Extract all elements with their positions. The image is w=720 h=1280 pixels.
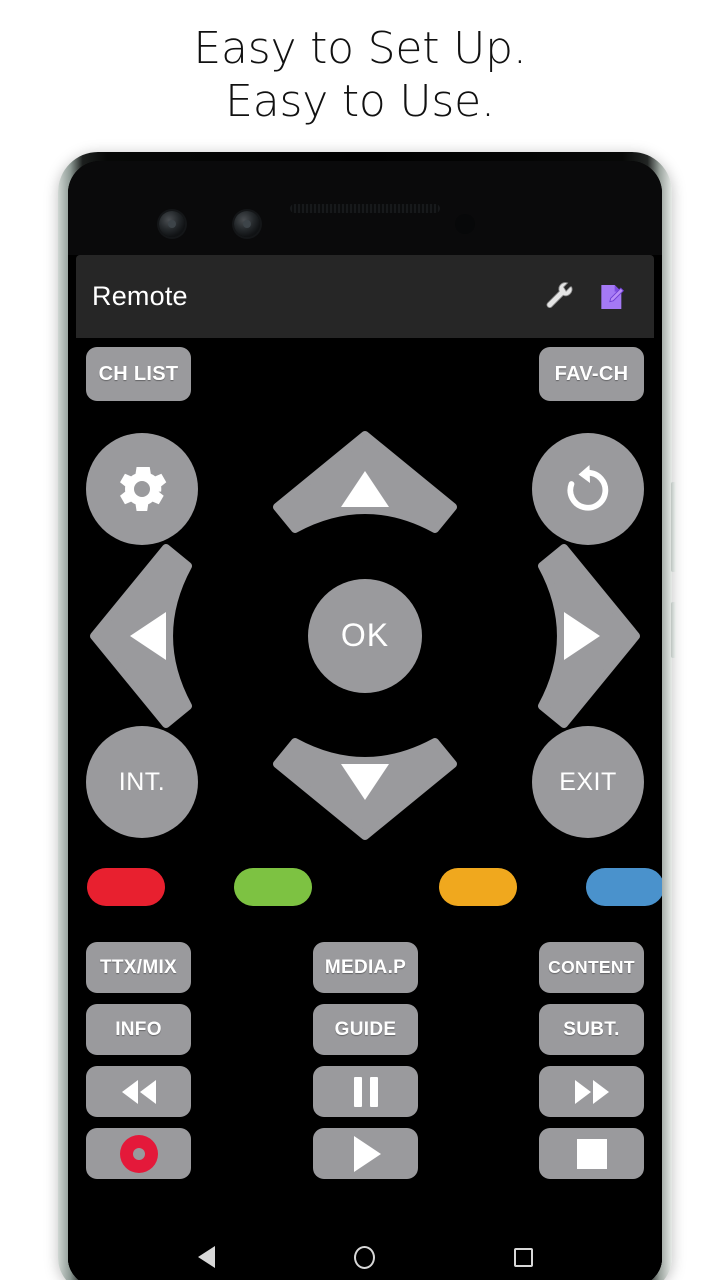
color-key-green[interactable] <box>234 868 312 906</box>
function-key-grid: TTX/MIX MEDIA.P CONTENT INFO GUIDE SUBT. <box>68 938 662 1186</box>
info-button[interactable]: INFO <box>86 1004 191 1055</box>
power-button[interactable] <box>671 602 676 658</box>
return-button[interactable] <box>532 433 644 545</box>
android-navigation-bar <box>68 1228 662 1280</box>
fast-forward-icon <box>574 1079 591 1104</box>
page-title: Easy to Set Up. Easy to Use. <box>0 22 720 128</box>
media-p-button[interactable]: MEDIA.P <box>313 942 418 993</box>
function-row-2: INFO GUIDE SUBT. <box>68 1000 662 1062</box>
arrow-left-button[interactable] <box>90 543 208 729</box>
ch-list-button[interactable]: CH LIST <box>86 347 191 401</box>
wrench-icon[interactable] <box>534 271 586 323</box>
arrow-up-button[interactable] <box>272 431 458 549</box>
rewind-icon <box>121 1079 138 1104</box>
front-camera-secondary-icon <box>234 211 260 237</box>
back-nav-icon[interactable] <box>197 1246 215 1268</box>
phone-top-bezel <box>68 161 662 255</box>
gear-icon <box>120 467 167 511</box>
remote-key-panel: CH LIST FAV-CH OK INT. EXIT TTX/MIX MEDI… <box>68 338 662 1280</box>
phone-device-frame: Remote CH LIST FAV-CH OK INT. EXIT TTX/M… <box>58 152 676 1280</box>
function-row-3 <box>68 1062 662 1124</box>
subt-button[interactable]: SUBT. <box>539 1004 644 1055</box>
earpiece-speaker <box>290 204 440 213</box>
edit-pencil-icon[interactable] <box>586 271 638 323</box>
recents-nav-icon[interactable] <box>513 1247 533 1267</box>
dpad-cluster: OK INT. EXIT <box>68 431 662 840</box>
front-camera-icon <box>159 211 185 237</box>
headline-line-1: Easy to Set Up. <box>193 23 527 74</box>
pause-button[interactable] <box>313 1066 418 1117</box>
content-button[interactable]: CONTENT <box>539 942 644 993</box>
int-button[interactable]: INT. <box>86 726 198 838</box>
rewind-button[interactable] <box>86 1066 191 1117</box>
app-title: Remote <box>92 281 188 311</box>
return-arrow-icon <box>567 465 609 511</box>
headline-line-2: Easy to Use. <box>225 76 495 127</box>
color-key-yellow[interactable] <box>439 868 517 906</box>
stop-icon <box>576 1138 607 1169</box>
fast-forward-icon-second <box>592 1079 609 1104</box>
fast-forward-button[interactable] <box>539 1066 644 1117</box>
app-bar: Remote <box>76 255 654 338</box>
int-button-label: INT. <box>118 767 166 796</box>
function-row-1: TTX/MIX MEDIA.P CONTENT <box>68 938 662 1000</box>
remote-app: Remote CH LIST FAV-CH OK INT. EXIT TTX/M… <box>68 255 662 1280</box>
screenshot-root: Easy to Set Up. Easy to Use. Remote CH L… <box>0 0 720 1280</box>
fav-ch-button[interactable]: FAV-CH <box>539 347 644 401</box>
pause-icon-bar-right <box>369 1076 378 1107</box>
stop-button[interactable] <box>539 1128 644 1179</box>
color-key-row <box>68 868 662 910</box>
color-key-blue[interactable] <box>586 868 662 906</box>
home-nav-icon[interactable] <box>353 1245 375 1269</box>
record-button[interactable] <box>86 1128 191 1179</box>
record-icon <box>119 1134 158 1173</box>
ttx-mix-button[interactable]: TTX/MIX <box>86 942 191 993</box>
function-row-4 <box>68 1124 662 1186</box>
guide-button[interactable]: GUIDE <box>313 1004 418 1055</box>
rewind-icon-second <box>139 1079 156 1104</box>
arrow-right-button[interactable] <box>522 543 640 729</box>
exit-button[interactable]: EXIT <box>532 726 644 838</box>
ok-button[interactable]: OK <box>308 578 422 693</box>
color-key-red[interactable] <box>87 868 165 906</box>
phone-screen-area: Remote CH LIST FAV-CH OK INT. EXIT TTX/M… <box>68 161 662 1280</box>
channel-row: CH LIST FAV-CH <box>68 347 662 401</box>
pause-icon-bar-left <box>353 1076 362 1107</box>
play-button[interactable] <box>313 1128 418 1179</box>
settings-button[interactable] <box>86 433 198 545</box>
exit-button-label: EXIT <box>559 767 617 796</box>
proximity-sensor <box>455 214 475 234</box>
volume-button[interactable] <box>671 482 676 572</box>
play-icon <box>354 1135 381 1172</box>
arrow-down-button[interactable] <box>272 722 458 840</box>
